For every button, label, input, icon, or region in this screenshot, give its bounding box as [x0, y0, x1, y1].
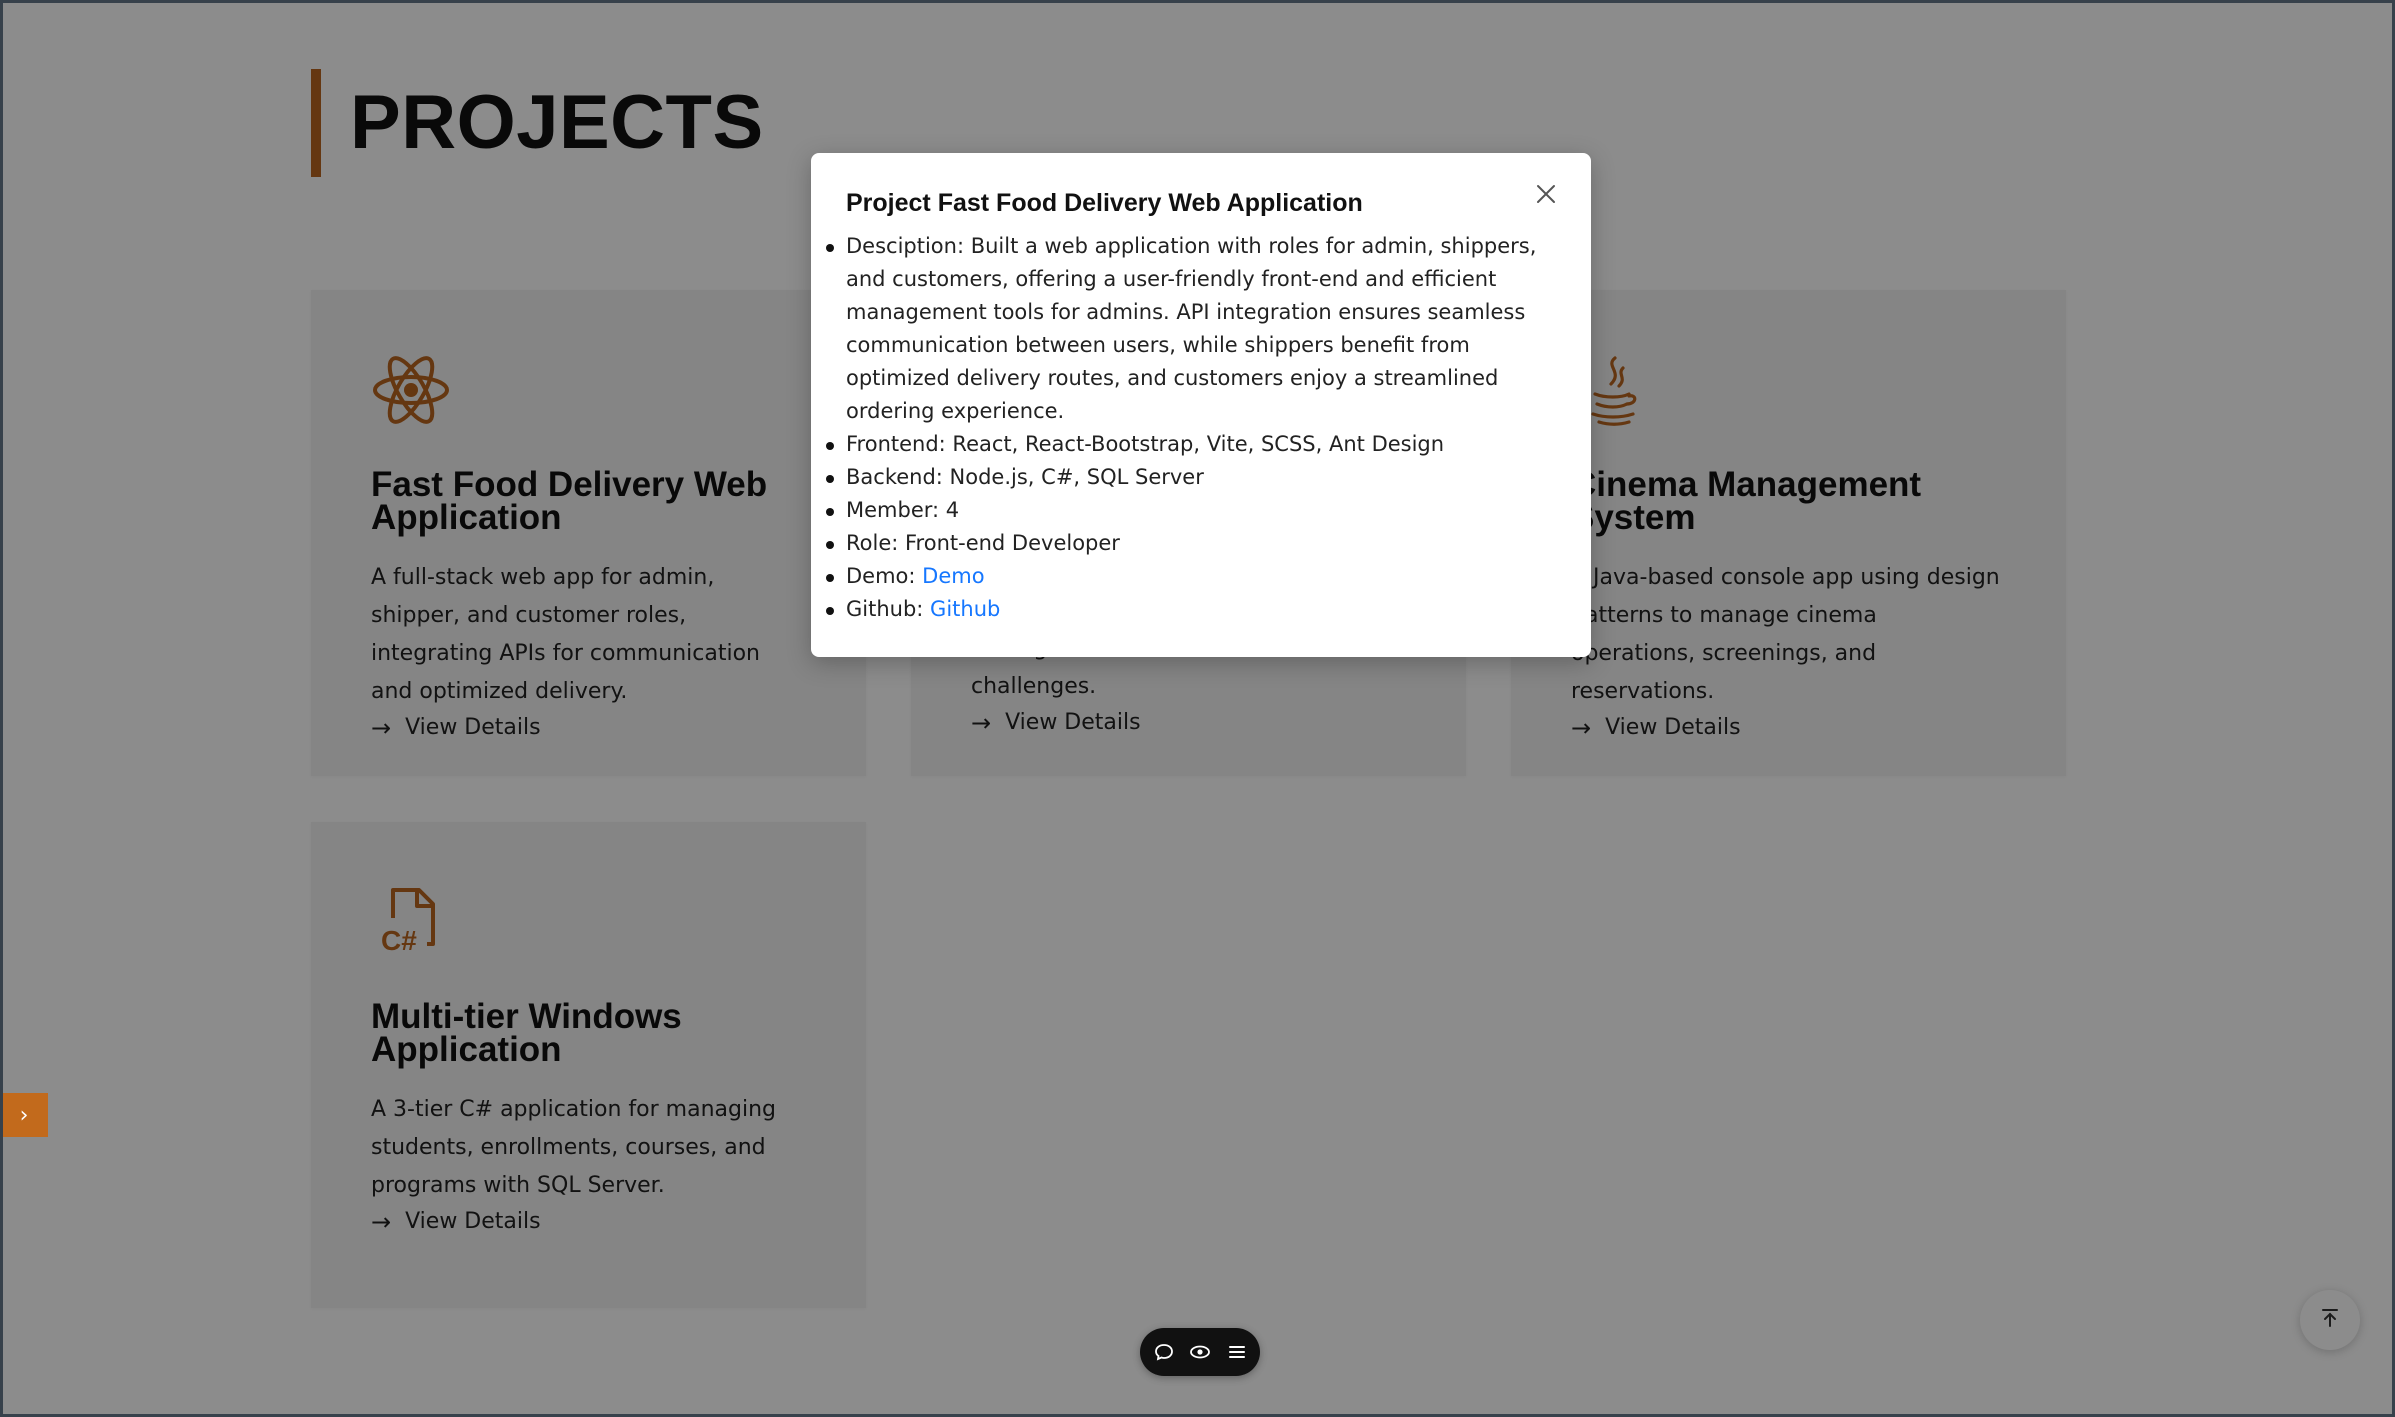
close-icon — [1535, 183, 1557, 209]
github-link[interactable]: Github — [930, 597, 1000, 621]
project-details-modal: Project Fast Food Delivery Web Applicati… — [811, 153, 1591, 657]
demo-link[interactable]: Demo — [922, 564, 984, 588]
floating-toolbar — [1140, 1328, 1260, 1376]
detail-member: Member: 4 — [826, 494, 1551, 527]
detail-github: Github: Github — [826, 593, 1551, 626]
modal-title: Project Fast Food Delivery Web Applicati… — [846, 189, 1363, 217]
sidebar-toggle-button[interactable]: › — [0, 1093, 48, 1137]
chevron-right-icon: › — [19, 1102, 29, 1128]
detail-demo: Demo: Demo — [826, 560, 1551, 593]
menu-icon[interactable] — [1224, 1339, 1250, 1365]
close-button[interactable] — [1529, 179, 1563, 213]
detail-description: Desciption: Built a web application with… — [826, 230, 1551, 428]
detail-frontend: Frontend: React, React-Bootstrap, Vite, … — [826, 428, 1551, 461]
github-label: Github: — [846, 596, 931, 621]
comment-icon[interactable] — [1151, 1339, 1177, 1365]
eye-icon[interactable] — [1187, 1339, 1213, 1365]
project-detail-list: Desciption: Built a web application with… — [826, 230, 1551, 626]
detail-role: Role: Front-end Developer — [826, 527, 1551, 560]
detail-backend: Backend: Node.js, C#, SQL Server — [826, 461, 1551, 494]
demo-label: Demo: — [846, 563, 923, 588]
